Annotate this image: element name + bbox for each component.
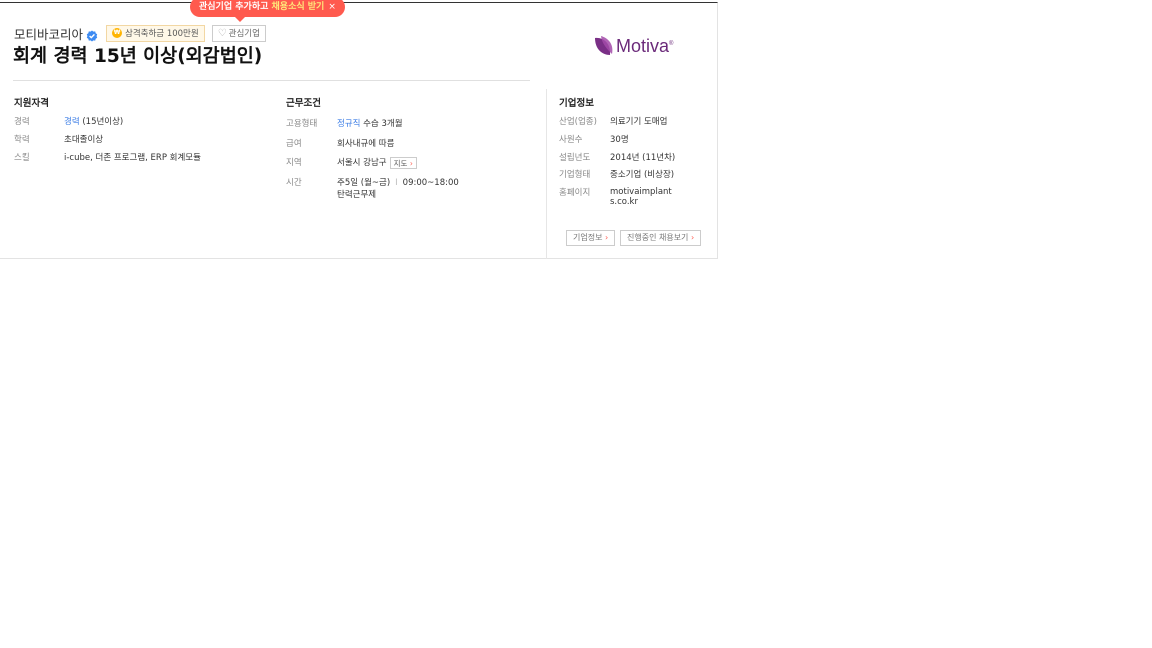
coin-icon: ₩ xyxy=(112,28,123,38)
row-value: 의료기기 도매업 xyxy=(610,117,668,127)
logo-text: Motiva® xyxy=(616,35,674,56)
career-link[interactable]: 경력 xyxy=(64,117,80,127)
tooltip-highlight: 채용소식 받기 xyxy=(271,2,325,12)
work-days: 주5일 (월~금) xyxy=(337,178,391,188)
row-key: 홈페이지 xyxy=(559,188,591,198)
tooltip-close-icon[interactable]: × xyxy=(328,2,336,12)
heart-icon: ♡ xyxy=(217,27,227,39)
row-key: 설립년도 xyxy=(559,153,591,163)
row-key: 사원수 xyxy=(559,135,583,145)
flex-work: 탄력근무제 xyxy=(337,190,377,200)
row-value: (15년이상) xyxy=(79,117,124,127)
qualification-row-skill: 스킬 i-cube, 더존 프로그램, ERP 회계모듈 xyxy=(14,152,201,164)
row-key: 지역 xyxy=(286,158,302,168)
condition-row-location: 지역 서울시 강남구 지도 › xyxy=(286,157,417,169)
location-value: 서울시 강남구 xyxy=(337,158,387,168)
row-value: 중소기업 (비상장) xyxy=(610,170,675,180)
company-info-row-founded: 설립년도 2014년 (11년차) xyxy=(559,152,675,164)
row-value: 수습 3개월 xyxy=(360,119,403,129)
education-link[interactable]: 초대졸이상 xyxy=(64,134,103,146)
work-time: 09:00~18:00 xyxy=(402,178,459,188)
salary-value: 회사내규에 따름 xyxy=(337,139,395,149)
divider xyxy=(13,80,530,81)
tooltip-text: 관심기업 추가하고 xyxy=(199,2,272,12)
row-key: 학력 xyxy=(14,135,30,145)
company-info-row-type: 기업형태 중소기업 (비상장) xyxy=(559,169,674,181)
row-key: 급여 xyxy=(286,139,302,149)
row-key: 기업형태 xyxy=(559,170,591,180)
row-value: 30명 xyxy=(610,135,629,145)
qualification-row-career: 경력 경력 (15년이상) xyxy=(14,116,123,128)
vertical-divider xyxy=(546,89,547,259)
row-key: 경력 xyxy=(14,117,30,127)
ongoing-jobs-button[interactable]: 진행중인 채용보기 › xyxy=(620,230,702,246)
company-logo[interactable]: Motiva® xyxy=(593,34,673,58)
separator: I xyxy=(395,178,398,188)
interest-company-button[interactable]: ♡ 관심기업 xyxy=(211,24,266,42)
company-header: 모티바코리아 ₩ 삼격축하금 100만원 ♡ 관심기업 xyxy=(14,24,266,42)
company-info-button[interactable]: 기업정보 › xyxy=(566,230,616,246)
company-name[interactable]: 모티바코리아 xyxy=(14,24,83,43)
condition-row-hours: 시간 주5일 (월~금) I 09:00~18:00 탄력근무제 xyxy=(286,177,459,201)
job-title: 회계 경력 15년 이상(외감법인) xyxy=(13,46,263,67)
interest-tooltip: 관심기업 추가하고 채용소식 받기 × xyxy=(190,0,345,22)
logo-leaf-icon xyxy=(595,36,613,55)
condition-row-employment: 고용형태 정규직 수습 3개월 xyxy=(286,118,403,130)
reward-badge[interactable]: ₩ 삼격축하금 100만원 xyxy=(106,24,205,42)
row-key: 고용형태 xyxy=(286,119,318,129)
row-key: 시간 xyxy=(286,178,302,188)
row-value: 2014년 (11년차) xyxy=(610,153,676,163)
chevron-right-icon: › xyxy=(690,233,695,242)
map-button[interactable]: 지도 › xyxy=(389,157,417,169)
employment-link[interactable]: 정규직 xyxy=(337,119,360,129)
job-summary-card: 관심기업 추가하고 채용소식 받기 × 모티바코리아 ₩ 삼격축하금 100만원 … xyxy=(0,0,718,259)
company-info-row-employees: 사원수 30명 xyxy=(559,134,629,146)
chevron-right-icon: › xyxy=(605,233,609,242)
company-info-row-homepage: 홈페이지 motivaimplants.co.kr xyxy=(559,187,672,207)
skill-value: i-cube, 더존 프로그램, ERP 회계모듈 xyxy=(64,153,201,163)
qualification-row-education: 학력 초대졸이상 xyxy=(14,134,103,146)
qualifications-title: 지원자격 xyxy=(14,98,49,109)
row-key: 산업(업종) xyxy=(559,117,597,127)
reward-badge-label: 삼격축하금 100만원 xyxy=(125,29,199,39)
conditions-title: 근무조건 xyxy=(286,98,321,109)
interest-company-label: 관심기업 xyxy=(228,29,260,39)
verified-icon xyxy=(86,27,98,42)
company-info-title: 기업정보 xyxy=(559,98,594,109)
row-key: 스킬 xyxy=(14,153,30,163)
homepage-link[interactable]: motivaimplants.co.kr xyxy=(610,187,672,207)
condition-row-salary: 급여 회사내규에 따름 xyxy=(286,138,394,150)
company-info-row-industry: 산업(업종) 의료기기 도매업 xyxy=(559,116,667,128)
